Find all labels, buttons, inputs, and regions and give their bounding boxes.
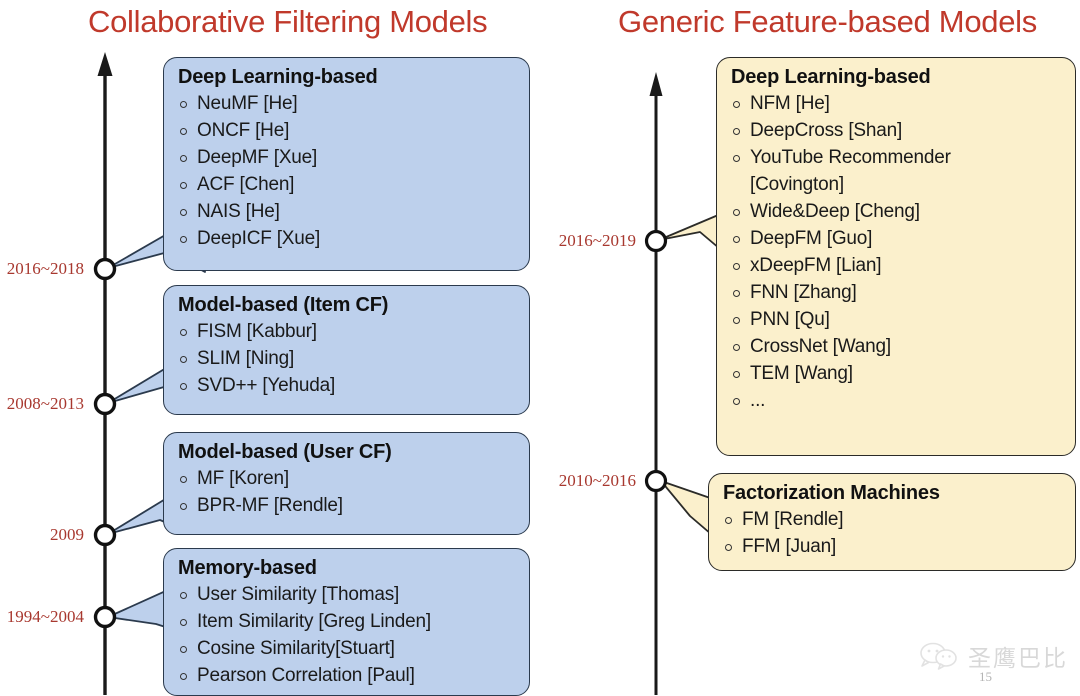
callout-heading: Model-based (User CF)	[178, 441, 392, 463]
callout-left-model-user-cf[interactable]: Model-based (User CF) MF [Koren] BPR-MF …	[163, 432, 530, 535]
list-item: NFM [He]	[731, 91, 1063, 118]
callout-list: MF [Koren] BPR-MF [Rendle]	[178, 466, 517, 520]
timeline-node	[644, 469, 668, 493]
list-item: xDeepFM [Lian]	[731, 253, 1063, 280]
watermark: 圣鹰巴比	[919, 639, 1068, 673]
list-item: Item Similarity [Greg Linden]	[178, 609, 517, 636]
timeline-node	[644, 229, 668, 253]
year-label-2010-2016: 2010~2016	[558, 471, 636, 490]
callout-list: FM [Rendle] FFM [Juan]	[723, 507, 1063, 561]
year-label-2016-2019: 2016~2019	[558, 231, 636, 250]
year-label-2008-2013: 2008~2013	[6, 394, 84, 413]
list-item-continuation: [Covington]	[750, 173, 844, 195]
callout-heading: Deep Learning-based	[731, 66, 931, 88]
callout-left-memory-based[interactable]: Memory-based User Similarity [Thomas] It…	[163, 548, 530, 696]
list-item: BPR-MF [Rendle]	[178, 493, 517, 520]
list-item: User Similarity [Thomas]	[178, 582, 517, 609]
list-item: CrossNet [Wang]	[731, 334, 1063, 361]
callout-list: User Similarity [Thomas] Item Similarity…	[178, 582, 517, 690]
list-item: FISM [Kabbur]	[178, 319, 517, 346]
right-timeline-nodes	[644, 229, 668, 493]
left-panel-title: Collaborative Filtering Models	[88, 4, 488, 39]
callout-left-model-item-cf[interactable]: Model-based (Item CF) FISM [Kabbur] SLIM…	[163, 285, 530, 415]
right-timeline-axis	[649, 72, 663, 695]
list-item: FFM [Juan]	[723, 534, 1063, 561]
list-item: YouTube Recommender	[731, 145, 1063, 172]
list-item: ...	[731, 388, 1063, 415]
list-item: Pearson Correlation [Paul]	[178, 663, 517, 690]
list-item: NeuMF [He]	[178, 91, 517, 118]
callout-heading: Model-based (Item CF)	[178, 294, 389, 316]
callout-right-deep-learning[interactable]: Deep Learning-based NFM [He] DeepCross […	[716, 57, 1076, 456]
list-item: DeepMF [Xue]	[178, 145, 517, 172]
timeline-node	[93, 523, 117, 547]
year-label-2009: 2009	[50, 525, 84, 544]
list-item: ACF [Chen]	[178, 172, 517, 199]
right-panel-title: Generic Feature-based Models	[618, 4, 1037, 39]
callout-list: NFM [He] DeepCross [Shan] YouTube Recomm…	[731, 91, 1063, 415]
callout-list: FISM [Kabbur] SLIM [Ning] SVD++ [Yehuda]	[178, 319, 517, 400]
wechat-bubbles-icon	[920, 642, 957, 670]
list-item: TEM [Wang]	[731, 361, 1063, 388]
list-item: SLIM [Ning]	[178, 346, 517, 373]
page-number: 15	[979, 669, 992, 684]
list-item: ONCF [He]	[178, 118, 517, 145]
list-item: DeepICF [Xue]	[178, 226, 517, 253]
callout-left-deep-learning[interactable]: Deep Learning-based NeuMF [He] ONCF [He]…	[163, 57, 530, 271]
slide-canvas: Collaborative Filtering Models Generic F…	[0, 0, 1080, 696]
list-item: PNN [Qu]	[731, 307, 1063, 334]
timeline-node	[93, 605, 117, 629]
callout-right-factorization-machines[interactable]: Factorization Machines FM [Rendle] FFM […	[708, 473, 1076, 571]
list-item: Cosine Similarity[Stuart]	[178, 636, 517, 663]
list-item: Wide&Deep [Cheng]	[731, 199, 1063, 226]
list-item: SVD++ [Yehuda]	[178, 373, 517, 400]
callout-heading: Deep Learning-based	[178, 66, 378, 88]
list-item: FNN [Zhang]	[731, 280, 1063, 307]
left-timeline-nodes	[93, 257, 117, 629]
list-item: MF [Koren]	[178, 466, 517, 493]
callout-heading: Factorization Machines	[723, 482, 940, 504]
callout-heading: Memory-based	[178, 557, 317, 579]
left-timeline-axis	[97, 52, 113, 695]
callout-list: NeuMF [He] ONCF [He] DeepMF [Xue] ACF [C…	[178, 91, 517, 253]
watermark-text: 圣鹰巴比	[968, 646, 1068, 672]
list-item: NAIS [He]	[178, 199, 517, 226]
timeline-node	[93, 392, 117, 416]
list-item: FM [Rendle]	[723, 507, 1063, 534]
year-label-2016-2018: 2016~2018	[6, 259, 84, 278]
year-label-1994-2004: 1994~2004	[6, 607, 84, 626]
list-item: DeepFM [Guo]	[731, 226, 1063, 253]
list-item: DeepCross [Shan]	[731, 118, 1063, 145]
timeline-node	[93, 257, 117, 281]
